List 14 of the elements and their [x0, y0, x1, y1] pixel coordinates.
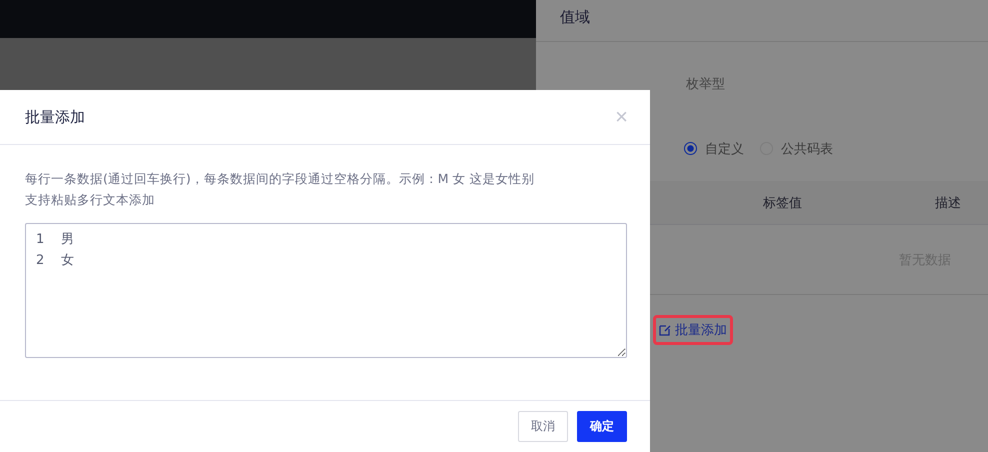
column-header: 标签值: [763, 194, 802, 212]
cancel-button[interactable]: 取消: [518, 411, 568, 442]
hint-text: 每行一条数据(通过回车换行)，每条数据间的字段通过空格分隔。示例：M 女 这是女性别: [25, 170, 536, 188]
value-type-text: 枚举型: [686, 77, 725, 92]
radio-option[interactable]: 自定义: [684, 140, 744, 158]
column-header: 描述: [935, 194, 961, 212]
input-field[interactable]: 1 男 2 女: [25, 223, 627, 358]
edit-icon: [659, 324, 671, 336]
radio-option[interactable]: 公共码表: [760, 140, 833, 158]
confirm-button[interactable]: 确定: [577, 411, 627, 442]
dialog-title: 批量添加: [25, 108, 85, 126]
batch-add-link[interactable]: 批量添加: [653, 315, 733, 345]
section-title: 值域: [560, 8, 590, 26]
hint-text: 支持粘贴多行文本添加: [25, 191, 156, 209]
